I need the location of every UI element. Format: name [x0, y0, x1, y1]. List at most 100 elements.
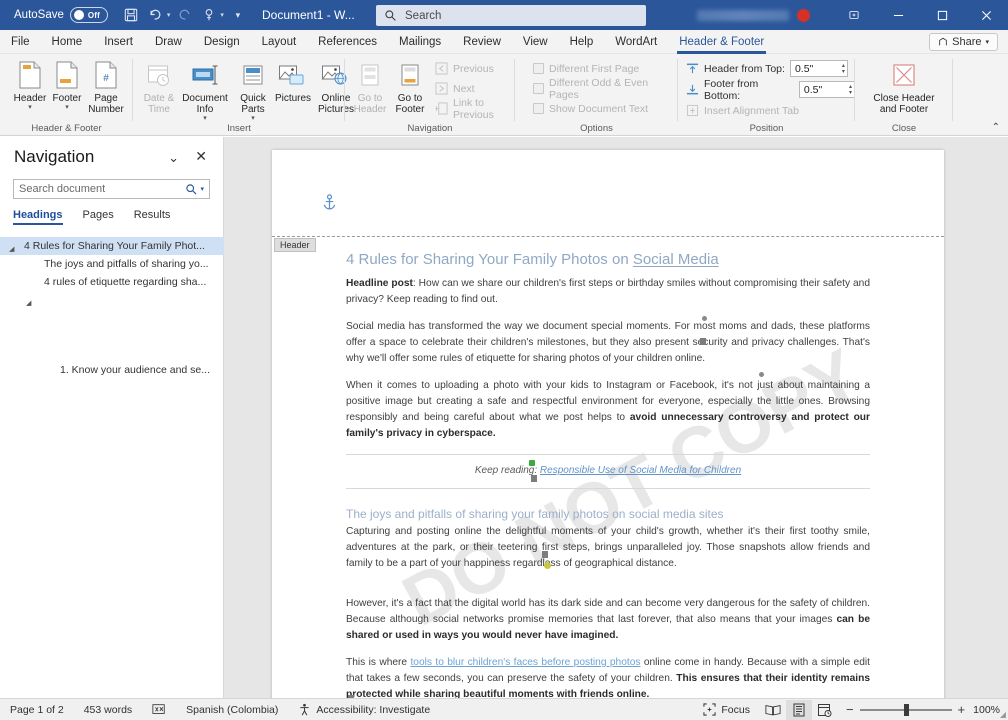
- zoom-in-button[interactable]: +: [958, 702, 966, 717]
- footer-from-bottom-input[interactable]: 0.5" ▴ ▾: [798, 81, 855, 98]
- blur-tools-link[interactable]: tools to blur children's faces before po…: [410, 657, 640, 668]
- tab-layout[interactable]: Layout: [251, 30, 308, 54]
- navigation-search-input[interactable]: Search document ▾: [13, 179, 210, 199]
- header-dropdown-icon[interactable]: ▾: [28, 104, 32, 112]
- undo-icon[interactable]: [145, 4, 167, 26]
- page-header-zone[interactable]: [272, 150, 944, 236]
- list-item[interactable]: 4 rules of etiquette regarding sha...: [0, 273, 224, 291]
- tab-file[interactable]: File: [0, 30, 41, 54]
- search-icon[interactable]: [185, 183, 198, 196]
- read-mode-icon[interactable]: [760, 700, 786, 720]
- document-body[interactable]: 4 Rules for Sharing Your Family Photos o…: [346, 250, 870, 698]
- undo-dropdown-icon[interactable]: ▾: [167, 11, 171, 19]
- accessibility-indicator[interactable]: Accessibility: Investigate: [288, 699, 440, 720]
- redo-icon[interactable]: [173, 4, 195, 26]
- footer-dropdown-icon[interactable]: ▾: [65, 104, 69, 112]
- cursor-artifact: [700, 338, 706, 345]
- document-page[interactable]: DO NOT COPY Header 4 Rules for Sharing Y…: [272, 150, 944, 698]
- maximize-button[interactable]: [920, 0, 964, 30]
- document-canvas[interactable]: DO NOT COPY Header 4 Rules for Sharing Y…: [224, 137, 1008, 698]
- quick-parts-dropdown-icon[interactable]: ▾: [251, 115, 255, 123]
- minimize-button[interactable]: [876, 0, 920, 30]
- status-bar: Page 1 of 2 453 words Spanish (Colombia)…: [0, 698, 1008, 720]
- collapse-ribbon-icon[interactable]: ⌃: [992, 122, 1000, 133]
- print-layout-icon[interactable]: [785, 699, 812, 720]
- tab-home[interactable]: Home: [41, 30, 94, 54]
- tab-insert[interactable]: Insert: [93, 30, 144, 54]
- page-number-button[interactable]: # Page Number: [81, 58, 131, 115]
- word-count[interactable]: 453 words: [74, 699, 142, 720]
- customize-dropdown-icon[interactable]: ▾: [220, 11, 224, 19]
- focus-label: Focus: [721, 703, 750, 716]
- document-info-dropdown-icon[interactable]: ▾: [203, 115, 207, 123]
- show-document-text-checkbox[interactable]: Show Document Text: [533, 100, 648, 117]
- tab-view[interactable]: View: [512, 30, 559, 54]
- header-from-top-field[interactable]: Header from Top: 0.5" ▴ ▾: [686, 60, 848, 77]
- spinner-arrows-icon[interactable]: ▴ ▾: [849, 82, 852, 97]
- more-commands-icon[interactable]: ▾: [227, 4, 249, 26]
- focus-mode-button[interactable]: Focus: [693, 699, 760, 720]
- save-icon[interactable]: [120, 4, 142, 26]
- tab-header-and-footer[interactable]: Header & Footer: [668, 30, 775, 54]
- zoom-thumb[interactable]: [903, 703, 909, 716]
- nav-tab-headings[interactable]: Headings: [13, 209, 63, 225]
- insert-alignment-tab-button[interactable]: Insert Alignment Tab: [686, 102, 799, 119]
- tab-review[interactable]: Review: [452, 30, 512, 54]
- pictures-button[interactable]: Pictures: [273, 58, 313, 104]
- keep-reading-link[interactable]: Responsible Use of Social Media for Chil…: [540, 465, 741, 476]
- quick-parts-button[interactable]: Quick Parts ▾: [232, 58, 274, 123]
- previous-button[interactable]: Previous: [435, 60, 494, 77]
- resize-grip-icon[interactable]: ◢: [1000, 710, 1006, 719]
- go-to-footer-button[interactable]: Go to Footer: [390, 58, 430, 115]
- footer-from-bottom-field[interactable]: Footer from Bottom: 0.5" ▴ ▾: [686, 78, 855, 102]
- customize-icon[interactable]: [198, 4, 220, 26]
- navigation-search-placeholder: Search document: [19, 183, 106, 195]
- proofing-status[interactable]: [142, 699, 176, 720]
- document-info-button[interactable]: Document Info ▾: [179, 58, 231, 123]
- web-layout-icon[interactable]: [812, 700, 838, 720]
- date-time-button[interactable]: Date & Time: [139, 58, 179, 115]
- language-indicator[interactable]: Spanish (Colombia): [176, 699, 288, 720]
- nav-tab-pages[interactable]: Pages: [83, 209, 114, 225]
- list-item[interactable]: ◢ 4 Rules for Sharing Your Family Phot..…: [0, 237, 224, 255]
- restore-down-button[interactable]: [832, 0, 876, 30]
- close-icon[interactable]: ✕: [195, 148, 207, 165]
- different-odd-even-checkbox[interactable]: Different Odd & Even Pages: [533, 77, 678, 101]
- go-to-header-button[interactable]: Go to Header: [350, 58, 390, 115]
- different-first-page-checkbox[interactable]: Different First Page: [533, 60, 639, 77]
- link-to-previous-button[interactable]: Link to Previous: [435, 97, 515, 121]
- expander-icon[interactable]: ◢: [9, 241, 14, 255]
- tab-draw[interactable]: Draw: [144, 30, 193, 54]
- tab-wordart[interactable]: WordArt: [604, 30, 668, 54]
- tab-references[interactable]: References: [307, 30, 388, 54]
- group-label-position: Position: [749, 123, 784, 134]
- zoom-out-button[interactable]: −: [846, 702, 854, 717]
- list-item[interactable]: ◢: [0, 291, 224, 309]
- list-item[interactable]: The joys and pitfalls of sharing yo...: [0, 255, 224, 273]
- search-options-dropdown-icon[interactable]: ▾: [200, 185, 204, 193]
- zoom-slider[interactable]: − +: [838, 702, 973, 717]
- close-button[interactable]: [964, 0, 1008, 30]
- list-item[interactable]: [0, 309, 224, 345]
- close-header-and-footer-button[interactable]: Close Header and Footer: [867, 58, 941, 115]
- document-info-icon: [190, 58, 220, 90]
- share-button[interactable]: Share ▾: [929, 33, 998, 51]
- tab-design[interactable]: Design: [193, 30, 251, 54]
- autosave-control[interactable]: AutoSave Off: [14, 7, 108, 23]
- autosave-toggle[interactable]: Off: [69, 7, 108, 23]
- nav-tab-results[interactable]: Results: [134, 209, 171, 225]
- list-item[interactable]: 1. Know your audience and se...: [0, 361, 224, 379]
- spinner-arrows-icon[interactable]: ▴ ▾: [842, 61, 845, 76]
- chevron-down-icon[interactable]: ⌄: [168, 150, 179, 166]
- tab-mailings[interactable]: Mailings: [388, 30, 452, 54]
- quick-access-toolbar[interactable]: ▾ ▾ ▾: [120, 4, 249, 26]
- next-button[interactable]: Next: [435, 80, 475, 97]
- tab-help[interactable]: Help: [559, 30, 605, 54]
- share-dropdown-icon[interactable]: ▾: [985, 38, 989, 46]
- search-box[interactable]: Search: [376, 5, 646, 26]
- expander-icon[interactable]: ◢: [26, 295, 31, 309]
- page-indicator[interactable]: Page 1 of 2: [0, 699, 74, 720]
- zoom-track[interactable]: [859, 703, 952, 716]
- user-account-name[interactable]: [697, 9, 789, 21]
- header-from-top-input[interactable]: 0.5" ▴ ▾: [789, 60, 848, 77]
